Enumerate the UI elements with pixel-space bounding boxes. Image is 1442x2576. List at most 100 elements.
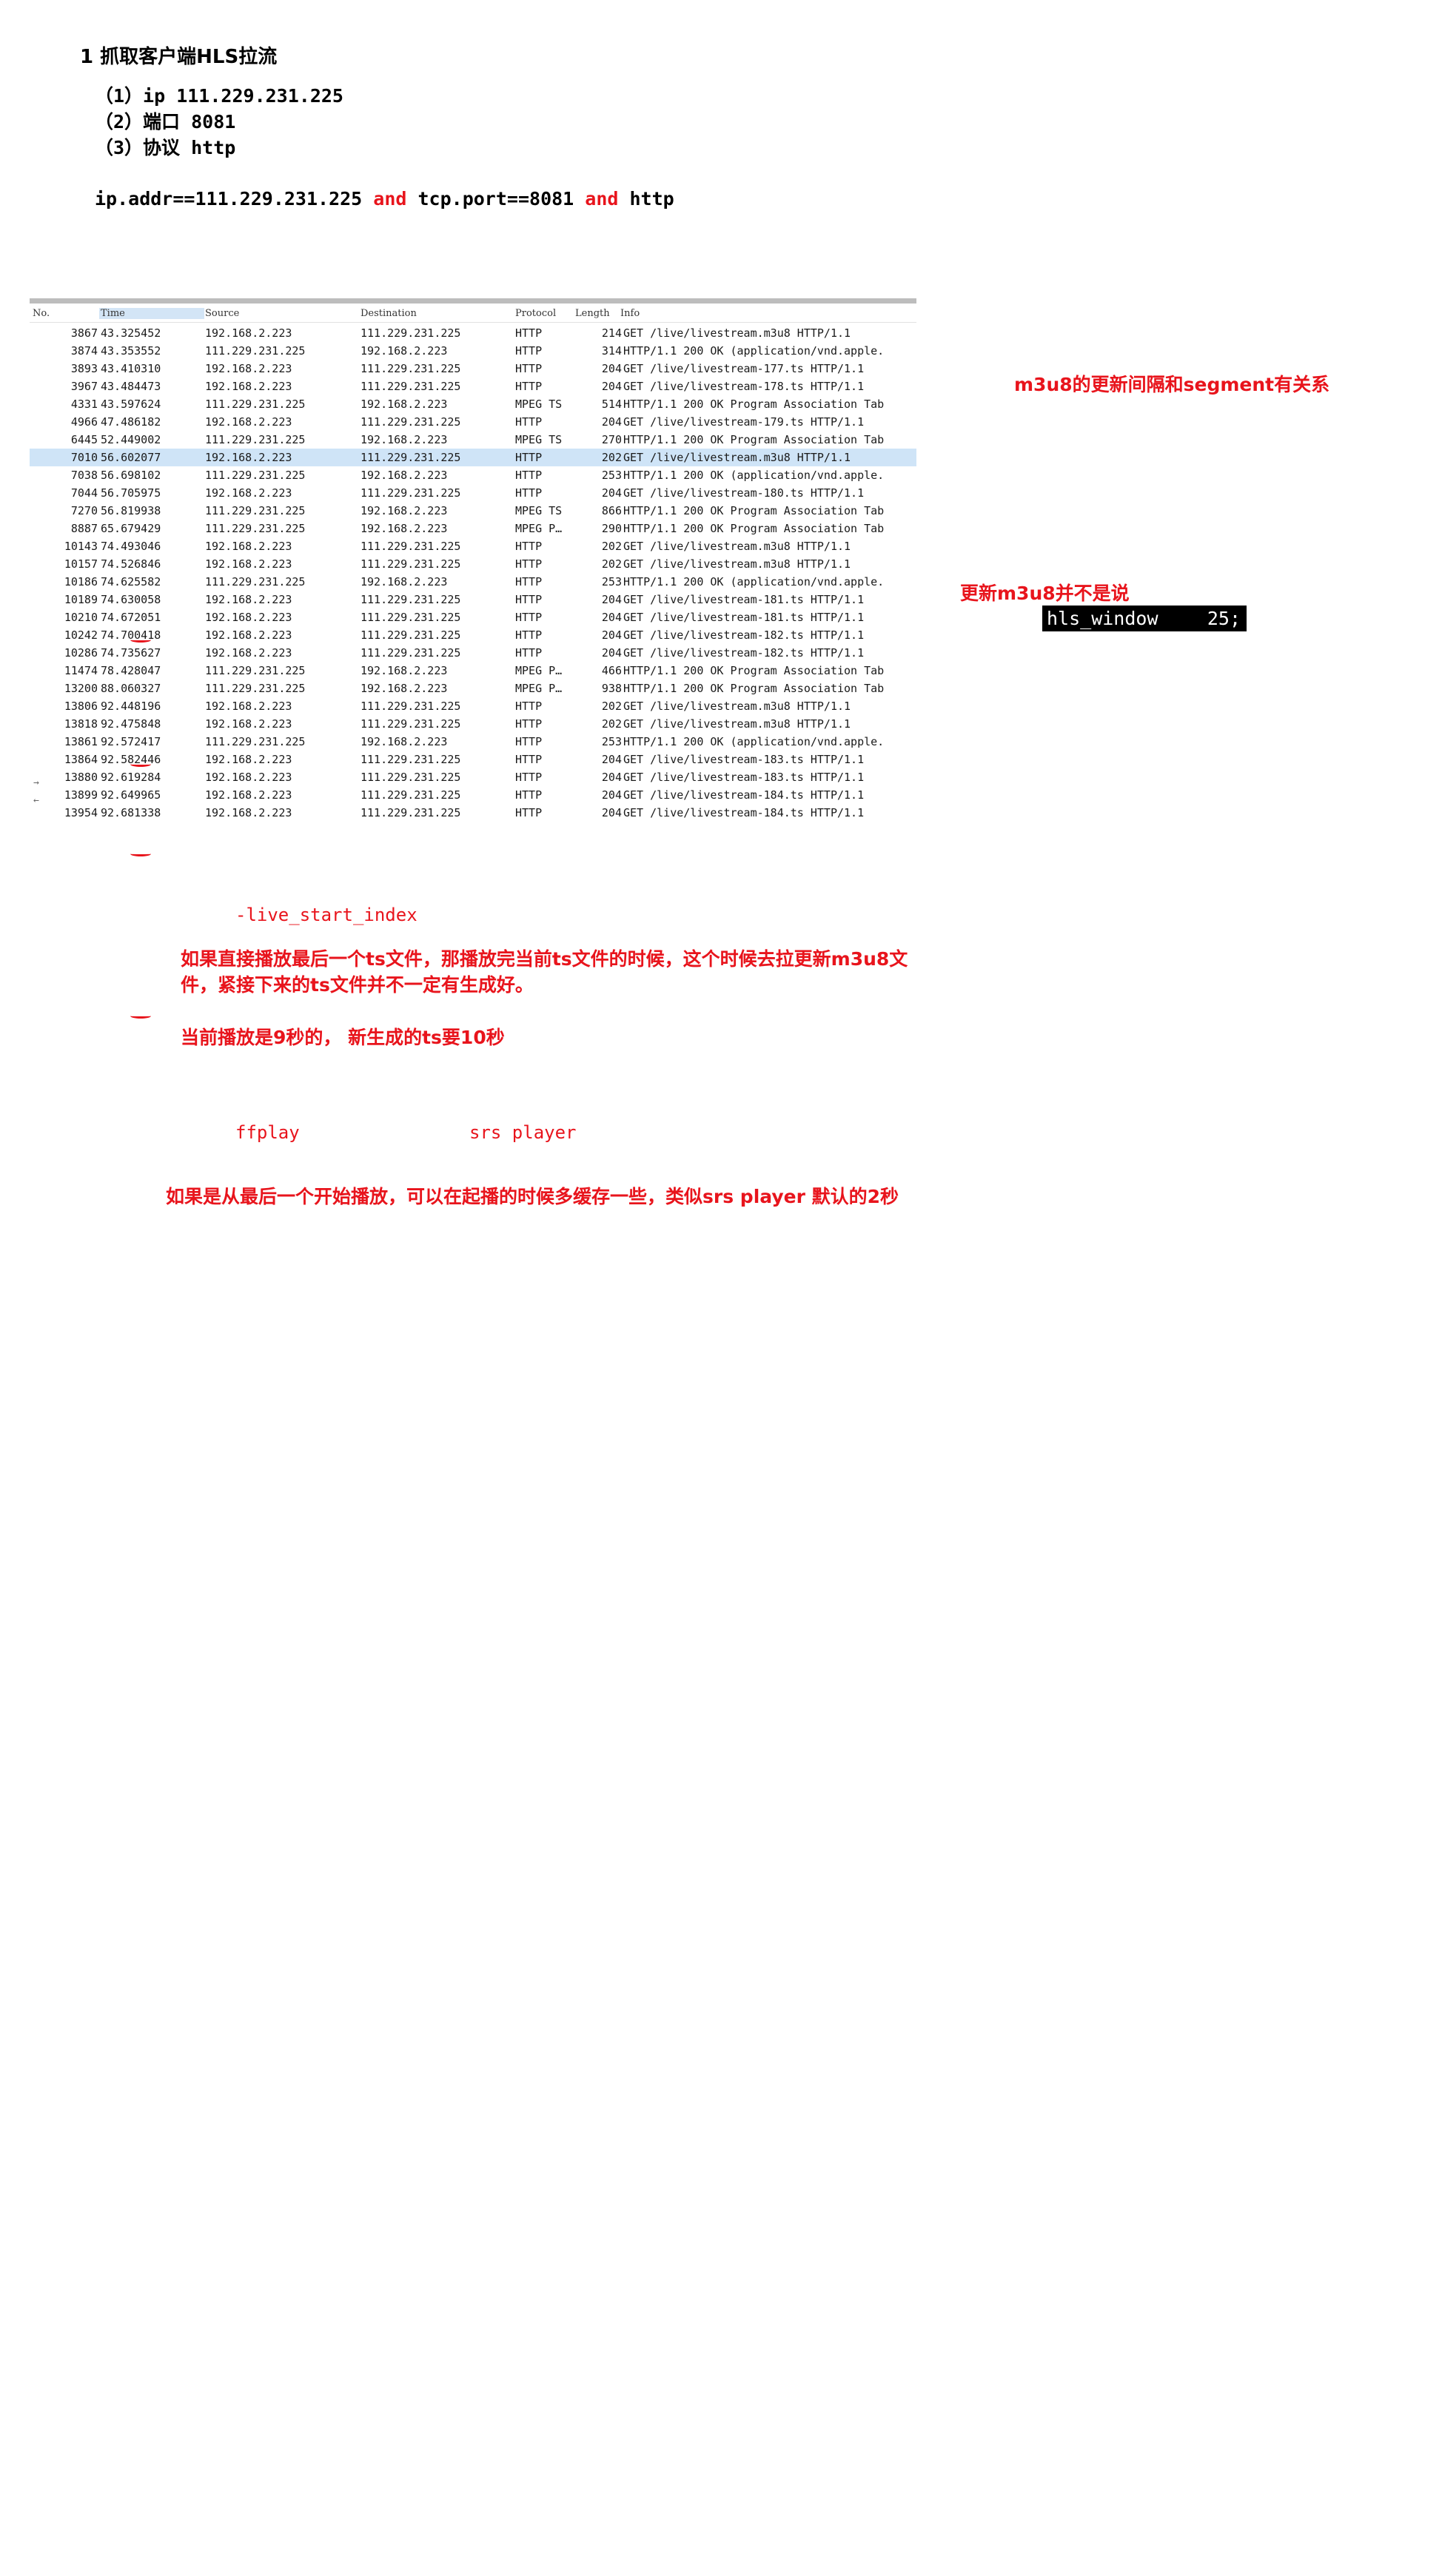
packet-cell-info: HTTP/1.1 200 OK (application/vnd.apple. [623,575,885,588]
packet-cell-time: 74.625582 [101,575,161,588]
packet-cell-info: HTTP/1.1 200 OK Program Association Tab [623,398,885,411]
paragraph-line: 如果是从最后一个开始播放，可以在起播的时候多缓存一些，类似srs player … [166,1186,899,1207]
packet-row[interactable]: 13864 92.582446 192.168.2.223 111.229.231.2… [30,751,916,768]
packet-cell-no: 10210 [64,611,98,624]
packet-cell-time: 92.619284 [101,771,161,784]
packet-row[interactable]: 10242 74.700418 192.168.2.223 111.229.231.2… [30,626,916,644]
packet-cell-time: 92.649965 [101,788,161,802]
packet-cell-source: 192.168.2.223 [205,753,292,766]
packet-cell-no: 6445 [70,433,98,446]
packet-cell-no: 10143 [64,540,98,553]
packet-row[interactable]: 13200 88.060327 111.229.231.225 192.168.2.2… [30,680,916,697]
packet-row[interactable]: 7044 56.705975 192.168.2.223 111.229.231.22… [30,484,916,502]
packet-row[interactable]: 10157 74.526846 192.168.2.223 111.229.231.2… [30,555,916,573]
packet-cell-destination: 111.229.231.225 [360,753,461,766]
packet-cell-info: HTTP/1.1 200 OK (application/vnd.apple. [623,735,885,748]
column-header-destination[interactable]: Destination [360,308,417,319]
packet-cell-no: 13954 [64,806,98,819]
packet-cell-time: 52.449002 [101,433,161,446]
packet-cell-source: 192.168.2.223 [205,380,292,393]
packet-cell-info: GET /live/livestream.m3u8 HTTP/1.1 [623,540,851,553]
item-ip: （1）ip 111.229.231.225 [95,85,343,107]
packet-cell-length: 202 [601,717,622,731]
packet-row[interactable]: 13954 92.681338 192.168.2.223 111.229.231.2… [30,804,916,822]
display-filter: ip.addr==111.229.231.225 and tcp.port==8… [95,188,674,209]
packet-cell-source: 111.229.231.225 [205,664,306,677]
packet-row[interactable]: 7010 56.602077 192.168.2.223 111.229.231.22… [30,449,916,466]
srs-player-label: srs player [469,1122,577,1143]
packet-cell-protocol: HTTP [515,415,543,429]
packet-row[interactable]: 13861 92.572417 111.229.231.225 192.168.2.2… [30,733,916,751]
packet-cell-source: 111.229.231.225 [205,682,306,695]
packet-cell-time: 92.448196 [101,700,161,713]
packet-cell-protocol: HTTP [515,806,543,819]
packet-cell-no: 4331 [70,398,98,411]
packet-cell-no: 10189 [64,593,98,606]
packet-cell-source: 192.168.2.223 [205,771,292,784]
packet-row[interactable]: 10143 74.493046 192.168.2.223 111.229.231.2… [30,537,916,555]
packet-cell-length: 204 [601,771,622,784]
packet-cell-time: 43.597624 [101,398,161,411]
packet-row[interactable]: 8887 65.679429 111.229.231.225 192.168.2.22… [30,520,916,537]
packet-cell-protocol: MPEG P… [515,664,563,677]
packet-row[interactable]: 13806 92.448196 192.168.2.223 111.229.231.2… [30,697,916,715]
column-header-no[interactable]: No. [33,308,50,319]
packet-row[interactable]: 10210 74.672051 192.168.2.223 111.229.231.2… [30,608,916,626]
packet-cell-length: 204 [601,646,622,660]
packet-row[interactable]: 13880 92.619284 192.168.2.223 111.229.231.2… [30,768,916,786]
packet-row[interactable]: 6445 52.449002 111.229.231.225 192.168.2.22… [30,431,916,449]
packet-cell-protocol: MPEG P… [515,522,563,535]
packet-cell-protocol: HTTP [515,771,543,784]
packet-cell-length: 253 [601,469,622,482]
packet-cell-protocol: HTTP [515,611,543,624]
packet-cell-time: 43.325452 [101,326,161,340]
packet-cell-source: 111.229.231.225 [205,344,306,358]
packet-cell-time: 74.526846 [101,557,161,571]
packet-row[interactable]: 3867 43.325452 192.168.2.223 111.229.231.22… [30,324,916,342]
packet-row[interactable]: 10286 74.735627 192.168.2.223 111.229.231.2… [30,644,916,662]
packet-cell-length: 204 [601,753,622,766]
packet-row[interactable]: 10186 74.625582 111.229.231.225 192.168.2.2… [30,573,916,591]
packet-cell-info: HTTP/1.1 200 OK Program Association Tab [623,504,885,517]
packet-cell-destination: 111.229.231.225 [360,628,461,642]
packet-cell-time: 74.735627 [101,646,161,660]
packet-row[interactable]: 3893 43.410310 192.168.2.223 111.229.231.22… [30,360,916,378]
packet-cell-destination: 111.229.231.225 [360,486,461,500]
column-header-info[interactable]: Info [620,308,640,319]
packet-cell-length: 204 [601,788,622,802]
packet-list-scrollbar[interactable] [30,298,916,303]
packet-row[interactable]: 4966 47.486182 192.168.2.223 111.229.231.22… [30,413,916,431]
packet-cell-info: GET /live/livestream-182.ts HTTP/1.1 [623,628,865,642]
column-header-source[interactable]: Source [205,308,239,319]
packet-cell-destination: 111.229.231.225 [360,326,461,340]
packet-cell-info: GET /live/livestream-184.ts HTTP/1.1 [623,806,865,819]
packet-cell-time: 92.582446 [101,753,161,766]
packet-cell-time: 56.819938 [101,504,161,517]
packet-cell-destination: 192.168.2.223 [360,469,448,482]
packet-row[interactable]: 4331 43.597624 111.229.231.225 192.168.2.22… [30,395,916,413]
packet-cell-destination: 111.229.231.225 [360,646,461,660]
packet-cell-source: 192.168.2.223 [205,717,292,731]
packet-row[interactable]: 11474 78.428047 111.229.231.225 192.168.2.2… [30,662,916,680]
packet-row[interactable]: 7270 56.819938 111.229.231.225 192.168.2.22… [30,502,916,520]
packet-row[interactable]: 7038 56.698102 111.229.231.225 192.168.2.22… [30,466,916,484]
column-header-length[interactable]: Length [575,308,610,319]
packet-row[interactable]: 13899 92.649965 192.168.2.223 111.229.231.2… [30,786,916,804]
packet-row[interactable]: 10189 74.630058 192.168.2.223 111.229.231.2… [30,591,916,608]
column-header-time[interactable]: Time [99,308,204,319]
packet-cell-source: 111.229.231.225 [205,504,306,517]
item-port: （2）端口 8081 [95,111,236,133]
packet-cell-time: 74.672051 [101,611,161,624]
packet-cell-no: 13200 [64,682,98,695]
column-header-protocol[interactable]: Protocol [515,308,556,319]
packet-cell-length: 202 [601,451,622,464]
packet-row[interactable]: 3967 43.484473 192.168.2.223 111.229.231.22… [30,378,916,395]
packet-cell-destination: 111.229.231.225 [360,700,461,713]
packet-row[interactable]: 13818 92.475848 192.168.2.223 111.229.231.2… [30,715,916,733]
packet-cell-no: 10186 [64,575,98,588]
packet-cell-time: 92.681338 [101,806,161,819]
packet-cell-protocol: HTTP [515,628,543,642]
packet-row[interactable]: 3874 43.353552 111.229.231.225 192.168.2.22… [30,342,916,360]
packet-cell-no: 8887 [70,522,98,535]
packet-cell-protocol: MPEG TS [515,433,563,446]
